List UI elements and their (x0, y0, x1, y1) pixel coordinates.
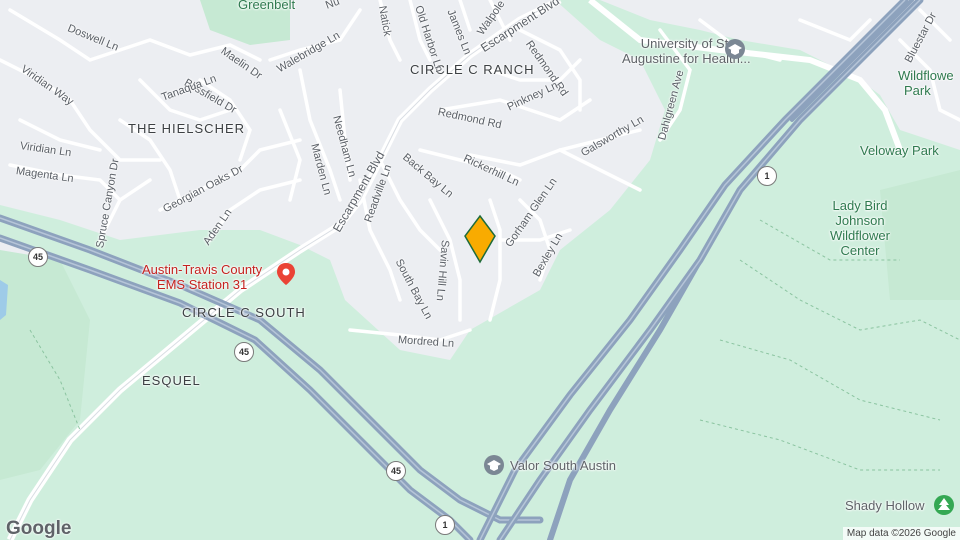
map-attribution[interactable]: Map data ©2026 Google (842, 527, 960, 540)
poi-wildflower-park-line2: Park (904, 83, 931, 98)
poi-wildflower-park[interactable]: Wildflowe Park (898, 68, 954, 98)
neighborhood-circle-c-ranch: CIRCLE C RANCH (410, 62, 535, 77)
poi-shady-hollow[interactable]: Shady Hollow (845, 498, 925, 513)
location-pin-icon[interactable] (462, 214, 498, 266)
poi-ems-line1: Austin-Travis County (142, 262, 263, 277)
poi-ladybird-line4: Center (840, 243, 880, 258)
graduation-cap-icon[interactable] (724, 38, 746, 60)
tree-icon[interactable] (933, 494, 955, 516)
poi-ladybird-line2: Johnson (835, 213, 885, 228)
highway-shield-loop1-a: 1 (757, 166, 777, 186)
google-logo[interactable]: Google (6, 518, 71, 540)
map-pin-icon[interactable] (275, 262, 297, 286)
poi-wildflower-park-line1: Wildflowe (898, 68, 954, 83)
poi-ladybird-line1: Lady Bird (832, 198, 888, 213)
poi-valor-south-austin[interactable]: Valor South Austin (510, 458, 616, 473)
neighborhood-esquel: ESQUEL (142, 373, 201, 388)
poi-veloway-park[interactable]: Veloway Park (860, 143, 939, 158)
highway-shield-45-b: 45 (234, 342, 254, 362)
highway-shield-45-a: 45 (28, 247, 48, 267)
poi-lady-bird-johnson[interactable]: Lady Bird Johnson Wildflower Center (815, 198, 905, 258)
neighborhood-the-hielscher: THE HIELSCHER (128, 121, 246, 136)
poi-greenbelt[interactable]: Greenbelt (238, 0, 295, 12)
highway-shield-loop1-b: 1 (435, 515, 455, 535)
poi-ladybird-line3: Wildflower (830, 228, 890, 243)
map-canvas[interactable]: CIRCLE C RANCH THE HIELSCHER CIRCLE C SO… (0, 0, 960, 540)
poi-ems-line2: EMS Station 31 (156, 277, 248, 292)
neighborhood-circle-c-south: CIRCLE C SOUTH (182, 305, 306, 320)
highway-shield-45-c: 45 (386, 461, 406, 481)
graduation-cap-icon-valor[interactable] (483, 454, 505, 476)
poi-ems-station[interactable]: Austin-Travis County EMS Station 31 (142, 262, 262, 292)
